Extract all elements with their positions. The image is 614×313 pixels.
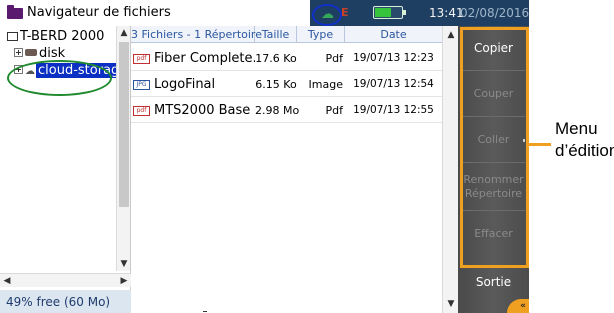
scroll-up-icon[interactable]: ▲ xyxy=(443,28,459,42)
pdf-file-icon: pdf xyxy=(133,54,150,64)
file-name: LogoFinal xyxy=(154,77,216,92)
file-date: 19/07/13 12:55 xyxy=(353,104,434,116)
scroll-up-icon[interactable]: ▲ xyxy=(117,26,131,40)
expand-icon[interactable] xyxy=(14,48,23,57)
date: 02/08/2016 xyxy=(460,6,530,20)
file-name: MTS2000 Base ... xyxy=(154,103,255,118)
edit-menu-highlight-box xyxy=(460,27,529,268)
clock: 13:41 xyxy=(429,6,464,20)
file-row[interactable]: pdf Fiber Complete... 17.6 Ko Pdf 19/07/1… xyxy=(131,46,442,71)
file-type: Pdf xyxy=(325,104,344,117)
file-date: 19/07/13 12:23 xyxy=(353,52,434,64)
column-header-size[interactable]: Taille xyxy=(255,26,297,43)
file-row[interactable]: JPG LogoFinal 6.15 Ko Image 19/07/13 12:5… xyxy=(131,72,442,97)
file-size: 17.6 Ko xyxy=(255,52,297,65)
callout-line1: Menu xyxy=(555,119,598,138)
status-bar: ☁ E 13:41 02/08/2016 xyxy=(310,0,529,26)
cloud-status-highlight-circle xyxy=(312,4,342,26)
list-marker xyxy=(203,311,207,312)
edit-menu-callout-label: Menu d’édition xyxy=(555,118,614,162)
column-header-name[interactable]: 3 Fichiers - 1 Répertoire xyxy=(131,26,262,43)
folder-icon xyxy=(7,5,23,19)
app-title: Navigateur de fichiers xyxy=(27,5,171,20)
file-list-scrollbar[interactable]: ▲ ▼ xyxy=(442,26,458,313)
column-header-type[interactable]: Type xyxy=(297,26,345,43)
file-list: 3 Fichiers - 1 Répertoire Taille Type Da… xyxy=(131,26,458,313)
collapse-menu-icon[interactable]: « xyxy=(507,299,529,313)
device-screen: Navigateur de fichiers ☁ E 13:41 02/08/2… xyxy=(0,0,529,313)
file-row[interactable]: pdf MTS2000 Base ... 2.98 Mo Pdf 19/07/13… xyxy=(131,98,442,123)
tree-item-label: disk xyxy=(39,46,66,61)
disk-icon xyxy=(25,49,37,56)
scroll-left-icon[interactable]: ◀ xyxy=(0,274,14,288)
file-type: Pdf xyxy=(325,52,344,65)
file-size: 2.98 Mo xyxy=(255,104,300,117)
pdf-file-icon: pdf xyxy=(133,106,150,116)
cloud-storage-highlight-circle xyxy=(7,60,112,96)
free-space-status: 49% free (60 Mo) xyxy=(0,290,131,313)
scroll-right-icon[interactable]: ▶ xyxy=(117,274,131,288)
file-name: Fiber Complete... xyxy=(154,51,255,66)
column-header-date[interactable]: Date xyxy=(345,26,442,43)
file-size: 6.15 Ko xyxy=(255,78,297,91)
callout-line2: d’édition xyxy=(555,141,614,160)
scrollbar-thumb[interactable] xyxy=(119,42,129,207)
file-type: Image xyxy=(308,78,343,91)
edit-menu-callout-line xyxy=(529,143,551,146)
tree-horizontal-scrollbar[interactable]: ◀ ▶ xyxy=(0,273,131,287)
computer-icon xyxy=(7,32,18,41)
tree-root[interactable]: T-BERD 2000 xyxy=(7,29,104,45)
tree-root-label: T-BERD 2000 xyxy=(20,29,105,44)
tree-vertical-scrollbar[interactable]: ▲ ▼ xyxy=(116,26,130,271)
file-date: 19/07/13 12:54 xyxy=(353,78,434,90)
battery-icon xyxy=(373,6,406,19)
file-list-header: 3 Fichiers - 1 Répertoire Taille Type Da… xyxy=(131,26,442,43)
file-name-cell: pdf Fiber Complete... xyxy=(133,46,255,71)
file-name-cell: pdf MTS2000 Base ... xyxy=(133,98,255,123)
image-file-icon: JPG xyxy=(133,80,150,90)
exit-button[interactable]: Sortie xyxy=(462,266,525,296)
scroll-down-icon[interactable]: ▼ xyxy=(117,257,131,271)
file-name-cell: JPG LogoFinal xyxy=(133,72,255,97)
mcc-icon[interactable]: E xyxy=(341,6,349,19)
scroll-down-icon[interactable]: ▼ xyxy=(443,297,459,311)
